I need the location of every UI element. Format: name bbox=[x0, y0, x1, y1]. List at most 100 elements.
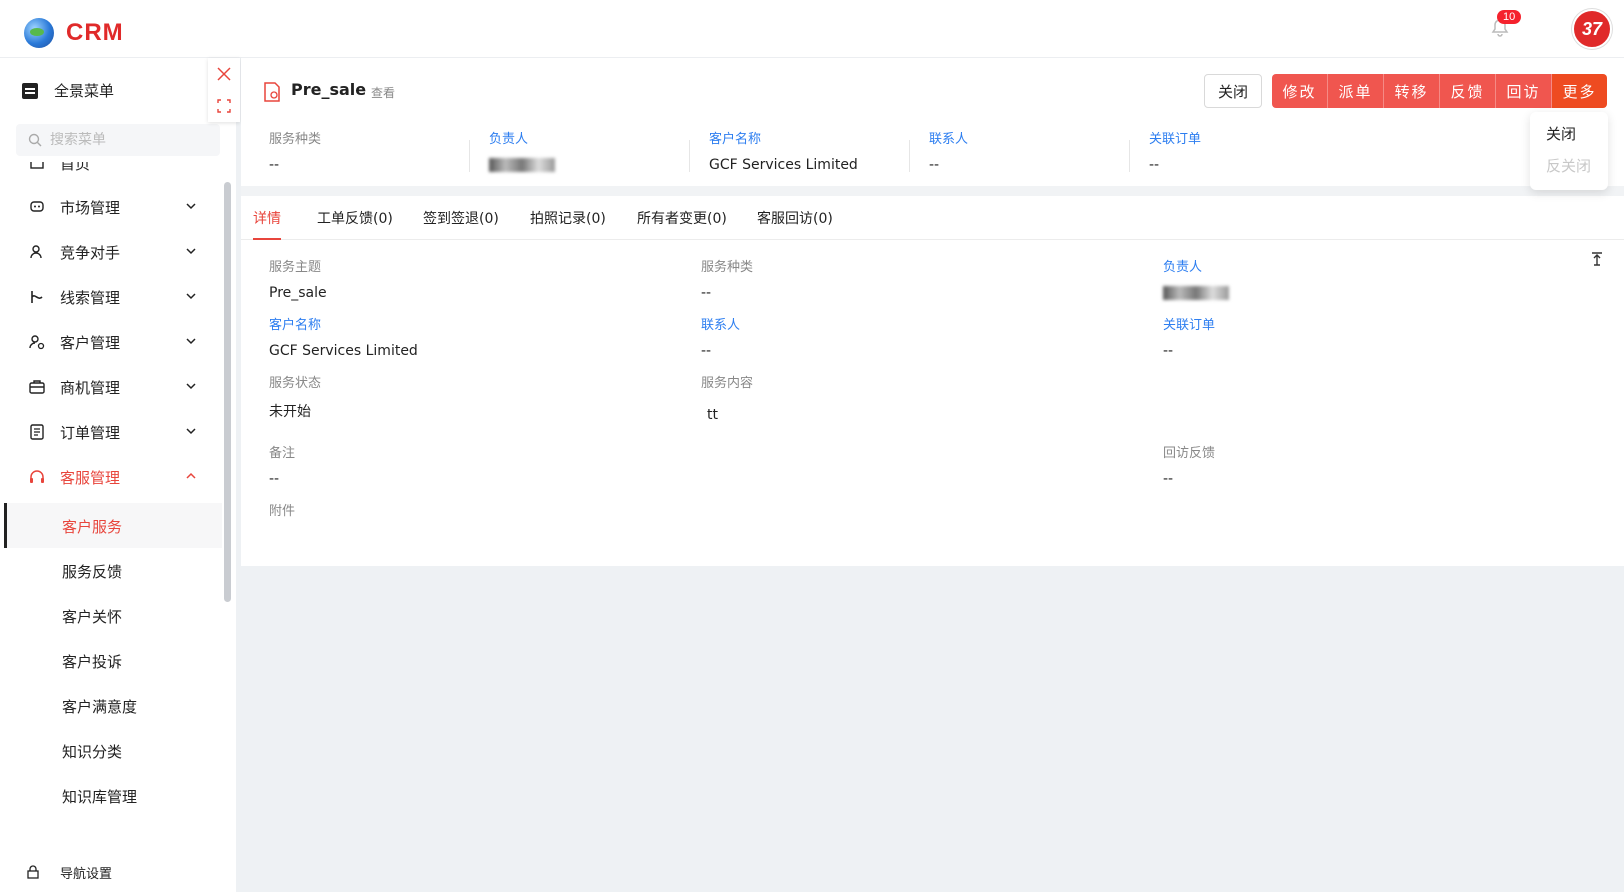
field-subject: 服务主题 Pre_sale bbox=[269, 260, 327, 301]
sidebar-item-orders[interactable]: 订单管理 bbox=[0, 409, 222, 455]
menu-grid-icon bbox=[22, 82, 38, 99]
sidebar-item-leads[interactable]: 线索管理 bbox=[0, 274, 222, 320]
all-menu-button[interactable]: 全景菜单 bbox=[22, 80, 114, 101]
sidebar-scrollbar[interactable] bbox=[224, 182, 231, 602]
chevron-down-icon bbox=[186, 338, 196, 345]
tab-work-feedback[interactable]: 工单反馈(0) bbox=[317, 208, 393, 240]
summary-owner: 负责人 bbox=[489, 128, 555, 173]
sidebar-item-opportunities[interactable]: 商机管理 bbox=[0, 364, 222, 410]
feedback-button[interactable]: 反馈 bbox=[1440, 74, 1496, 108]
dropdown-item-reopen: 反关闭 bbox=[1546, 157, 1592, 175]
close-button[interactable]: 关闭 bbox=[1204, 74, 1262, 108]
sidebar-item-competitors[interactable]: 竞争对手 bbox=[0, 229, 222, 275]
detail-header: Pre_sale 查看 关闭 修改 派单 转移 反馈 回访 更多 服务种类 --… bbox=[241, 58, 1624, 186]
sidebar-subitem-satisfaction[interactable]: 客户满意度 bbox=[4, 683, 222, 729]
sidebar-subitem-knowledge-category[interactable]: 知识分类 bbox=[4, 728, 222, 774]
field-customer: 客户名称 GCF Services Limited bbox=[269, 318, 418, 359]
field-attachment: 附件 bbox=[269, 504, 296, 519]
chevron-down-icon bbox=[186, 293, 196, 300]
sidebar-item-label: 首页 bbox=[60, 162, 91, 173]
tab-check-in[interactable]: 签到签退(0) bbox=[423, 208, 499, 240]
owner-blurred-value bbox=[1163, 286, 1229, 300]
edit-button[interactable]: 修改 bbox=[1272, 74, 1328, 108]
close-icon bbox=[217, 67, 231, 81]
lead-icon bbox=[28, 288, 46, 306]
headset-icon bbox=[28, 468, 46, 486]
field-contact: 联系人 -- bbox=[701, 318, 741, 359]
users-icon bbox=[28, 243, 46, 261]
page-title: Pre_sale bbox=[291, 80, 367, 99]
app-logo[interactable]: CRM bbox=[24, 18, 124, 48]
megaphone-icon bbox=[28, 198, 46, 216]
menu-search[interactable] bbox=[16, 124, 220, 156]
tab-photos[interactable]: 拍照记录(0) bbox=[530, 208, 606, 240]
settings-lock-icon bbox=[27, 865, 39, 879]
sidebar-item-market[interactable]: 市场管理 bbox=[0, 184, 222, 230]
transfer-button[interactable]: 转移 bbox=[1384, 74, 1440, 108]
field-remark: 备注 -- bbox=[269, 446, 296, 487]
detail-panel: Pre_sale 查看 关闭 修改 派单 转移 反馈 回访 更多 服务种类 --… bbox=[241, 58, 1624, 566]
sidebar-item-label: 订单管理 bbox=[60, 423, 121, 442]
fullscreen-icon bbox=[217, 99, 231, 113]
sidebar-subitem-customer-care[interactable]: 客户关怀 bbox=[4, 593, 222, 639]
nav-settings-button[interactable]: 导航设置 bbox=[0, 852, 236, 892]
dispatch-button[interactable]: 派单 bbox=[1328, 74, 1384, 108]
search-icon bbox=[28, 133, 42, 147]
revisit-button[interactable]: 回访 bbox=[1496, 74, 1552, 108]
customer-icon bbox=[28, 333, 46, 351]
chevron-down-icon bbox=[186, 203, 196, 210]
sidebar-item-label: 客户管理 bbox=[60, 333, 121, 352]
close-panel-button[interactable] bbox=[208, 58, 240, 90]
detail-tabs: 详情 工单反馈(0) 签到签退(0) 拍照记录(0) 所有者变更(0) 客服回访… bbox=[241, 196, 1624, 240]
field-revisit-feedback: 回访反馈 -- bbox=[1163, 446, 1216, 487]
chevron-down-icon bbox=[186, 248, 196, 255]
field-service-type: 服务种类 -- bbox=[701, 260, 754, 301]
action-button-group: 修改 派单 转移 反馈 回访 更多 bbox=[1272, 74, 1607, 108]
summary-customer: 客户名称 GCF Services Limited bbox=[709, 132, 858, 173]
view-mode-label: 查看 bbox=[371, 86, 396, 100]
sidebar-subitem-knowledge-base[interactable]: 知识库管理 bbox=[4, 773, 222, 819]
tab-owner-changes[interactable]: 所有者变更(0) bbox=[637, 208, 727, 240]
tab-service-revisit[interactable]: 客服回访(0) bbox=[757, 208, 833, 240]
document-icon bbox=[28, 423, 46, 441]
summary-divider bbox=[689, 140, 690, 172]
summary-order: 关联订单 -- bbox=[1149, 132, 1202, 173]
menu-search-input[interactable] bbox=[50, 132, 210, 148]
owner-blurred-value bbox=[489, 158, 555, 172]
app-name: CRM bbox=[66, 19, 124, 46]
sidebar-subitem-service-feedback[interactable]: 服务反馈 bbox=[4, 548, 222, 594]
sidebar-subitem-complaints[interactable]: 客户投诉 bbox=[4, 638, 222, 684]
field-content: 服务内容 tt bbox=[701, 376, 754, 423]
all-menu-label: 全景菜单 bbox=[54, 82, 115, 100]
chevron-down-icon bbox=[186, 383, 196, 390]
sidebar-subitem-customer-service[interactable]: 客户服务 bbox=[4, 503, 222, 549]
chevron-up-icon bbox=[186, 472, 196, 479]
globe-logo-icon bbox=[24, 18, 54, 48]
sidebar-item-label: 线索管理 bbox=[60, 288, 121, 307]
home-icon bbox=[28, 162, 46, 172]
sidebar-item-label: 商机管理 bbox=[60, 378, 121, 397]
summary-divider bbox=[909, 140, 910, 172]
more-dropdown: 关闭 反关闭 bbox=[1530, 112, 1608, 190]
collapse-top-icon[interactable] bbox=[1590, 252, 1604, 266]
nav-settings-label: 导航设置 bbox=[60, 866, 113, 882]
summary-service-type: 服务种类 -- bbox=[269, 132, 322, 173]
briefcase-icon bbox=[28, 378, 46, 396]
field-order: 关联订单 -- bbox=[1163, 318, 1216, 359]
summary-bar: 服务种类 -- 负责人 客户名称 GCF Services Limited 联系… bbox=[241, 128, 1624, 186]
more-button[interactable]: 更多 bbox=[1552, 74, 1607, 108]
top-header: CRM 10 37 bbox=[0, 0, 1624, 58]
chevron-down-icon bbox=[186, 428, 196, 435]
sidebar-item-home[interactable]: 首页 bbox=[0, 162, 222, 186]
sidebar: 全景菜单 首页 市场管理 竞争对手 线索管理 客户管理 bbox=[0, 58, 236, 892]
user-avatar[interactable]: 37 bbox=[1572, 9, 1612, 49]
field-owner: 负责人 bbox=[1163, 256, 1229, 301]
sidebar-item-label: 竞争对手 bbox=[60, 243, 121, 262]
tab-details[interactable]: 详情 bbox=[253, 208, 281, 240]
sidebar-item-customer-service[interactable]: 客服管理 bbox=[0, 454, 222, 500]
fullscreen-button[interactable] bbox=[208, 90, 240, 122]
summary-divider bbox=[469, 140, 470, 172]
sidebar-item-customers[interactable]: 客户管理 bbox=[0, 319, 222, 365]
dropdown-item-close[interactable]: 关闭 bbox=[1530, 118, 1608, 150]
summary-contact: 联系人 -- bbox=[929, 132, 969, 173]
